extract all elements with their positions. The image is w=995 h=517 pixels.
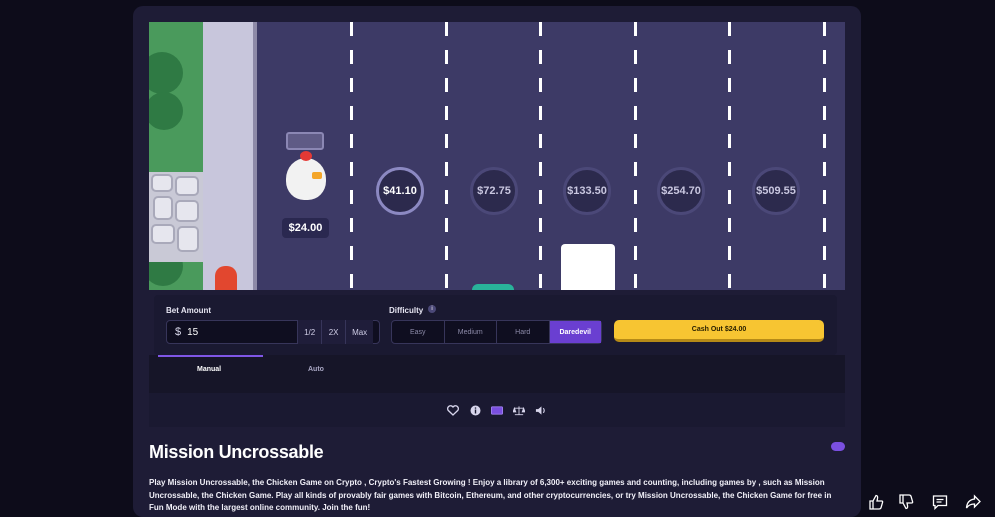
difficulty-daredevil[interactable]: Daredevil xyxy=(549,321,601,343)
tree xyxy=(149,52,183,94)
half-bet-button[interactable]: 1/2 xyxy=(297,320,322,344)
difficulty-hard[interactable]: Hard xyxy=(497,321,550,343)
lane-multiplier-4[interactable]: $254.70 xyxy=(657,167,705,215)
share-icon[interactable] xyxy=(963,492,983,512)
tab-manual[interactable]: Manual xyxy=(197,366,221,373)
lane-divider xyxy=(445,22,448,290)
difficulty-selector[interactable]: Easy Medium Hard Daredevil xyxy=(391,320,602,344)
stone xyxy=(153,196,173,220)
currency-symbol: $ xyxy=(175,326,182,338)
chicken-value-label: $24.00 xyxy=(282,218,329,238)
chicken-player xyxy=(286,151,326,200)
thumbs-down-icon[interactable] xyxy=(896,492,916,512)
lane-divider xyxy=(823,22,826,290)
stone xyxy=(151,224,175,244)
bet-amount-input[interactable]: $ 15 1/2 2X Max xyxy=(166,320,380,344)
speaker-icon[interactable] xyxy=(535,404,547,416)
mode-tabs: Manual Auto xyxy=(149,355,845,393)
fire-hydrant xyxy=(215,266,237,290)
toggle-chip[interactable] xyxy=(831,442,845,451)
lane-multiplier-1[interactable]: $41.10 xyxy=(376,167,424,215)
bet-amount-value[interactable]: 15 xyxy=(187,327,297,338)
heart-icon[interactable] xyxy=(447,404,459,416)
scale-icon[interactable] xyxy=(513,404,525,416)
difficulty-label: Difficulty xyxy=(389,306,424,315)
difficulty-easy[interactable]: Easy xyxy=(392,321,445,343)
lane-multiplier-2[interactable]: $72.75 xyxy=(470,167,518,215)
page-title: Mission Uncrossable xyxy=(149,442,324,462)
stone xyxy=(175,176,199,196)
barrier xyxy=(286,132,324,150)
stone xyxy=(151,174,173,192)
thumbs-up-icon[interactable] xyxy=(866,492,886,512)
lane-divider xyxy=(539,22,542,290)
difficulty-medium[interactable]: Medium xyxy=(445,321,497,343)
info-icon[interactable] xyxy=(469,404,481,416)
tab-auto[interactable]: Auto xyxy=(308,366,324,373)
double-bet-button[interactable]: 2X xyxy=(321,320,346,344)
max-bet-button[interactable]: Max xyxy=(345,320,374,344)
bet-amount-label: Bet Amount xyxy=(166,306,212,315)
stone xyxy=(175,200,199,222)
tree xyxy=(149,92,183,130)
truck-obstacle xyxy=(561,244,615,290)
sidewalk xyxy=(203,22,257,290)
theater-icon[interactable] xyxy=(491,404,503,416)
active-tab-indicator xyxy=(158,355,263,357)
lane-multiplier-5[interactable]: $509.55 xyxy=(752,167,800,215)
game-footer-toolbar xyxy=(149,393,845,427)
lane-divider xyxy=(350,22,353,290)
info-icon[interactable]: i xyxy=(428,305,436,313)
cash-out-button[interactable]: Cash Out $24.00 xyxy=(614,320,824,342)
comment-icon[interactable] xyxy=(930,492,950,512)
lane-multiplier-3[interactable]: $133.50 xyxy=(563,167,611,215)
stone-path xyxy=(149,172,203,262)
lane-divider xyxy=(634,22,637,290)
game-board[interactable]: $24.00 $41.10 $72.75 $133.50 $254.70 $50… xyxy=(149,22,845,290)
game-description: Play Mission Uncrossable, the Chicken Ga… xyxy=(149,478,832,512)
car-obstacle xyxy=(472,284,514,290)
lane-divider xyxy=(728,22,731,290)
stone xyxy=(177,226,199,252)
